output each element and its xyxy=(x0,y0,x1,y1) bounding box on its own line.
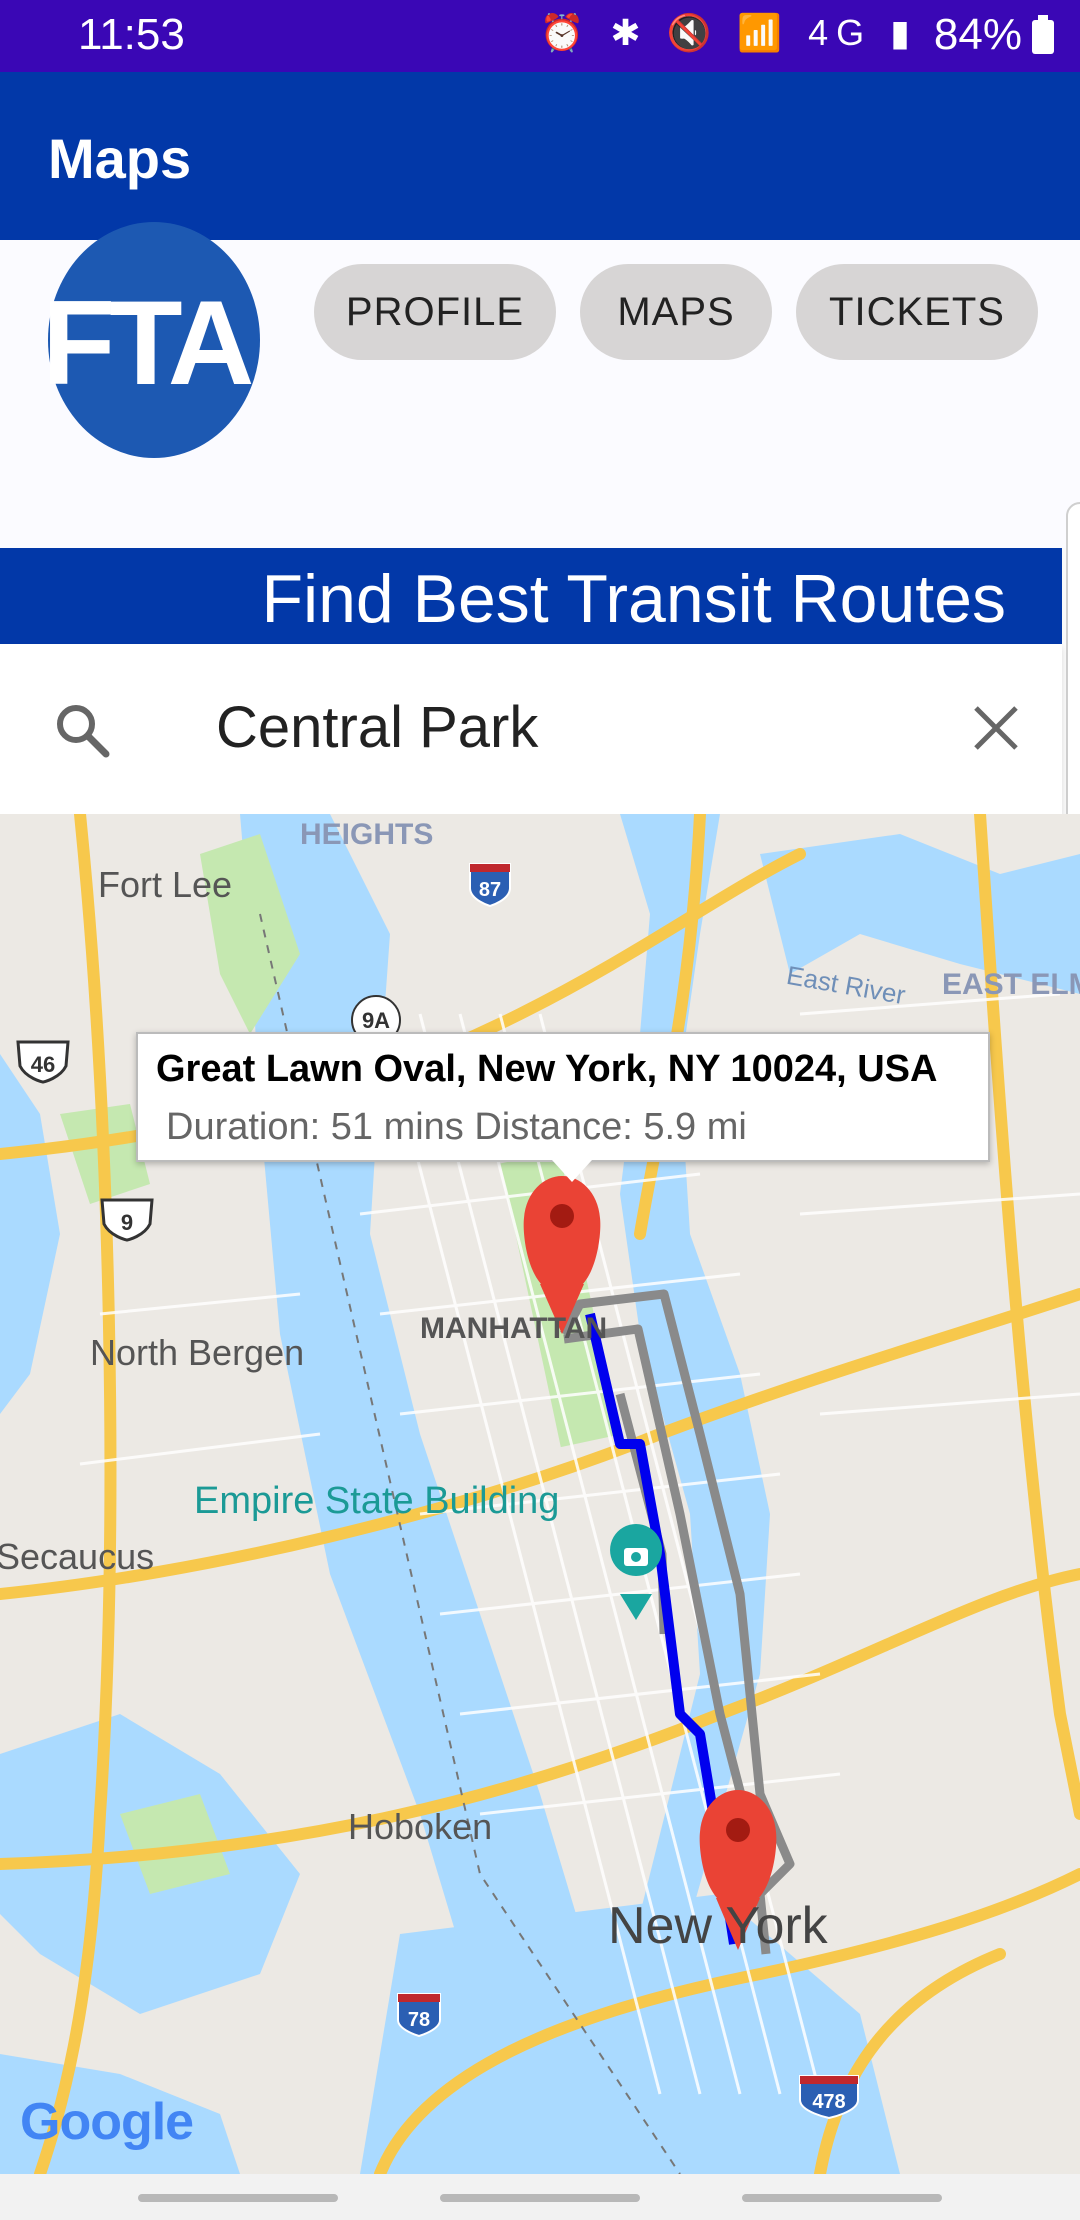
i78-shield-icon: 78 xyxy=(397,1993,441,2038)
svg-text:9: 9 xyxy=(121,1210,133,1235)
profile-button[interactable]: PROFILE xyxy=(314,264,556,360)
map-view[interactable]: 87 9A 46 9 78 478 HEIGHTS Fort Lee East … xyxy=(0,814,1080,2174)
map-label-east-elm: EAST ELM xyxy=(942,968,1080,1001)
system-nav-bar xyxy=(0,2174,1080,2220)
fta-logo: FTA xyxy=(48,222,260,458)
us46-shield-icon: 46 xyxy=(16,1040,70,1084)
google-logo: Google xyxy=(20,2092,194,2152)
battery-percent: 84% xyxy=(933,10,1022,59)
map-label-north-bergen: North Bergen xyxy=(90,1332,305,1373)
svg-text:9A: 9A xyxy=(362,1008,390,1033)
tickets-button[interactable]: TICKETS xyxy=(796,264,1038,360)
status-time: 11:53 xyxy=(78,10,185,59)
maps-button[interactable]: MAPS xyxy=(580,264,772,360)
svg-text:478: 478 xyxy=(812,2091,845,2113)
nav-pill-right[interactable] xyxy=(742,2194,942,2202)
map-label-empire-state[interactable]: Empire State Building xyxy=(194,1480,559,1523)
status-icons: ⏰ ✱ 🔇 📶 4G ▮ xyxy=(539,12,918,53)
map-label-heights: HEIGHTS xyxy=(300,818,434,851)
status-bar: 11:53 ⏰ ✱ 🔇 📶 4G ▮ 84% xyxy=(0,0,1080,72)
map-label-new-york: New York xyxy=(608,1897,828,1955)
svg-text:78: 78 xyxy=(408,2009,430,2031)
google-attribution: Google xyxy=(20,2093,194,2151)
map-label-fort-lee: Fort Lee xyxy=(98,864,233,905)
map-label-secaucus: Secaucus xyxy=(0,1536,155,1577)
info-window-details: Duration: 51 mins Distance: 5.9 mi xyxy=(166,1106,747,1148)
i87-shield-icon: 87 xyxy=(469,863,511,908)
info-window-title: Great Lawn Oval, New York, NY 10024, USA xyxy=(156,1048,938,1090)
svg-text:87: 87 xyxy=(479,879,501,901)
app-bar: Maps xyxy=(0,72,1080,240)
search-icon[interactable] xyxy=(52,700,112,760)
battery-icon xyxy=(1032,15,1054,54)
route-info-window[interactable]: Great Lawn Oval, New York, NY 10024, USA… xyxy=(136,1032,990,1182)
banner-title: Find Best Transit Routes xyxy=(261,561,1006,637)
nav-pill-center[interactable] xyxy=(440,2194,640,2202)
app-title: Maps xyxy=(48,127,192,190)
close-icon[interactable] xyxy=(968,700,1024,756)
i478-shield-icon: 478 xyxy=(799,2075,859,2120)
map-label-hoboken: Hoboken xyxy=(348,1806,493,1847)
svg-text:46: 46 xyxy=(31,1052,55,1077)
banner: Find Best Transit Routes xyxy=(0,548,1062,644)
search-bar[interactable]: Central Park xyxy=(0,644,1062,814)
map-label-manhattan: MANHATTAN xyxy=(420,1312,608,1345)
nav-pill-left[interactable] xyxy=(138,2194,338,2202)
search-input[interactable]: Central Park xyxy=(216,694,538,761)
logo-text: FTA xyxy=(48,276,254,410)
